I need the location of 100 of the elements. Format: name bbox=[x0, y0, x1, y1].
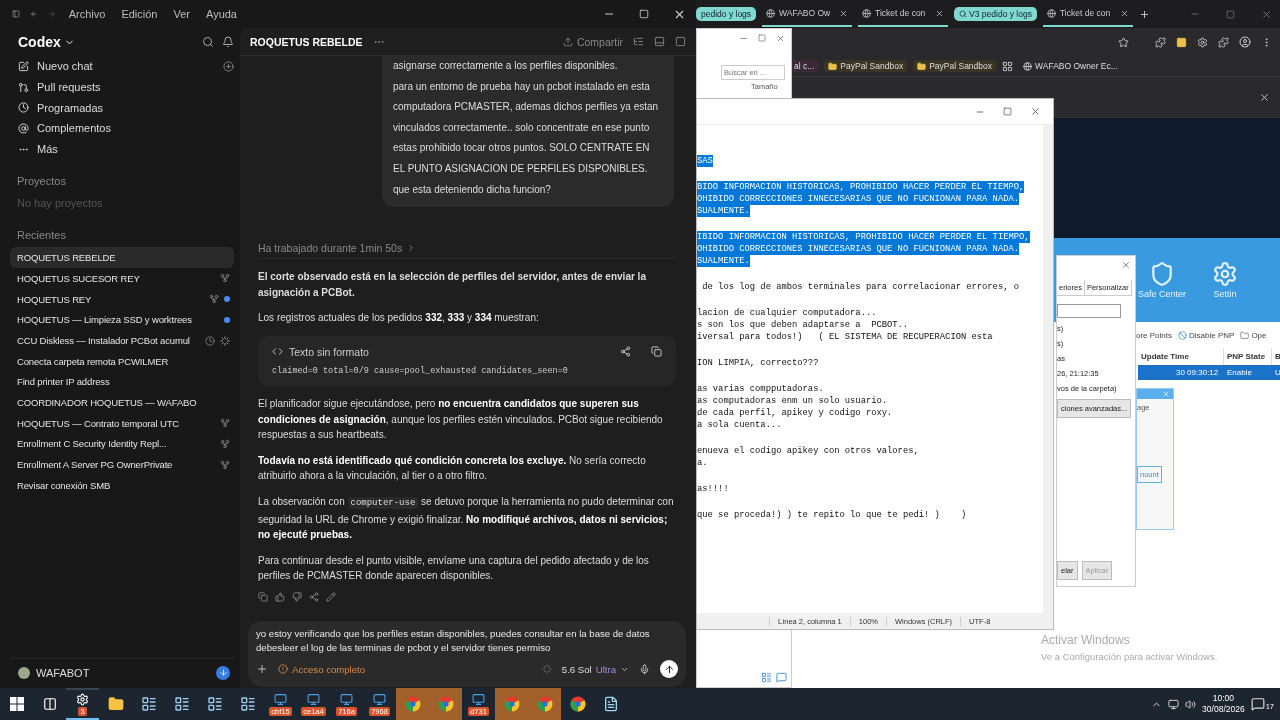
bookmark[interactable]: WAFABO Owner Ec... bbox=[1019, 60, 1122, 72]
side-panel-icon[interactable] bbox=[675, 36, 686, 47]
close-icon[interactable] bbox=[935, 8, 945, 18]
close-icon[interactable] bbox=[839, 8, 849, 18]
notepad-icon[interactable] bbox=[602, 696, 619, 712]
copy-icon[interactable] bbox=[651, 346, 662, 358]
thumbs-up-icon[interactable] bbox=[275, 591, 285, 602]
toolbar-button[interactable]: Ope bbox=[1240, 330, 1267, 340]
bookmark-star-icon[interactable] bbox=[1118, 36, 1129, 48]
add-icon[interactable] bbox=[256, 663, 268, 675]
new-tab-icon[interactable] bbox=[1138, 8, 1150, 20]
tab-group-label[interactable]: V3 pedido y logs bbox=[954, 7, 1037, 21]
menu-item[interactable]: Edición bbox=[118, 8, 161, 20]
recent-chat[interactable]: ROQUETUS REBELDE bbox=[10, 247, 234, 269]
folder-icon[interactable] bbox=[107, 696, 124, 712]
close-icon[interactable] bbox=[1259, 92, 1270, 103]
nav-item[interactable]: Más bbox=[10, 138, 234, 160]
notification-icon[interactable] bbox=[222, 36, 234, 48]
user-name: WAFABOT bbox=[36, 666, 90, 679]
recent-chat[interactable]: Conecta carpeta remota PCWILMER bbox=[10, 350, 234, 372]
clock-icon bbox=[18, 102, 29, 114]
recent-chat[interactable]: HOQUETUS — Limpieza SSD y worktrees bbox=[10, 309, 234, 331]
text-line: a. bbox=[697, 457, 708, 469]
recent-chat[interactable]: HOQUETUS REY bbox=[10, 288, 234, 310]
toolbar-button[interactable]: ore Points bbox=[1136, 330, 1173, 340]
app-icon[interactable] bbox=[140, 696, 157, 712]
recent-chat[interactable]: Enrollment A Server PG OwnerPrivate bbox=[10, 454, 234, 475]
profile-icon[interactable] bbox=[1239, 36, 1251, 48]
details-view-icon[interactable] bbox=[761, 672, 772, 683]
nav-item[interactable]: Nuevo chat bbox=[10, 56, 234, 77]
menu-item[interactable]: Ayuda bbox=[203, 8, 240, 20]
volume-icon[interactable] bbox=[1185, 698, 1197, 710]
search-icon[interactable] bbox=[202, 36, 214, 48]
nav-item[interactable]: Complementos bbox=[10, 118, 234, 139]
toolbar-button[interactable]: Disable PNP bbox=[1178, 330, 1235, 340]
copy-icon[interactable] bbox=[258, 591, 268, 602]
tab-group-label[interactable]: pedido y logs bbox=[696, 7, 757, 21]
recent-chat[interactable]: Find printer IP address bbox=[10, 371, 234, 393]
clock[interactable]: 10:00 30/08/2026 bbox=[1202, 693, 1245, 715]
recent-chat[interactable]: HOQUETUS SUCESOR REY bbox=[10, 268, 234, 289]
app-icon[interactable] bbox=[173, 696, 190, 712]
recent-chat[interactable]: COORDINADOR HOQUETUS — WAFABO bbox=[10, 392, 234, 413]
recent-chat[interactable]: Revisar conexión SMB bbox=[10, 475, 234, 496]
add-icon[interactable] bbox=[223, 60, 234, 72]
app-switcher[interactable]: Codex bbox=[18, 34, 75, 50]
bookmark-folder[interactable]: PayPal Sandbox bbox=[913, 60, 997, 72]
text-line: de cada perfil, apikey y codigo roxy. bbox=[697, 407, 893, 419]
monitor-icon[interactable] bbox=[373, 692, 386, 706]
menu-item[interactable]: Archivo bbox=[65, 8, 109, 20]
extension-icon[interactable] bbox=[1176, 36, 1187, 48]
bookmark[interactable]: al c... bbox=[790, 60, 819, 72]
network-icon[interactable] bbox=[1168, 698, 1180, 710]
model-selector[interactable]: 5.6 Sol Ultra bbox=[561, 663, 629, 675]
recent-chat[interactable]: CCU Diskless — Instalador PCBot acumul bbox=[10, 330, 234, 351]
close-icon[interactable] bbox=[1030, 106, 1041, 117]
response-paragraph: El corte observado está en la selección de perfiles del servidor, antes de enviar la asignación a PCBot. bbox=[258, 270, 647, 300]
thumbs-down-icon[interactable] bbox=[292, 591, 302, 602]
edit-icon[interactable] bbox=[326, 591, 336, 602]
access-button[interactable]: Acceso completo bbox=[278, 663, 366, 675]
nav-item[interactable]: Programadas bbox=[10, 97, 234, 119]
bottom-panel-icon[interactable] bbox=[654, 36, 665, 47]
app-icon[interactable] bbox=[239, 696, 256, 712]
response-paragraph: La observación con computer-use se detuvo porque la herramienta no pudo determinar con seguridad la URL de Chrome y exigió finalizar. No modifiqué archivos, datos ni servicios; no ejecuté pruebas. bbox=[258, 494, 675, 543]
recent-chat[interactable]: Enrollment C Security Identity Repl... bbox=[10, 433, 234, 455]
recent-chat[interactable]: HOQUETUS — Contrato temporal UTC bbox=[10, 412, 234, 434]
sidebar-toggle-icon[interactable] bbox=[12, 8, 20, 20]
share-icon[interactable] bbox=[309, 591, 319, 602]
nav-item[interactable]: Pull requests bbox=[10, 76, 234, 98]
maximize-icon[interactable] bbox=[1003, 107, 1012, 116]
monitor-icon[interactable] bbox=[472, 692, 485, 706]
response-paragraph: El planificador sigue ejecutándose, pero no encuentra candidatos que superen sus condiciones de asignación, aunque los perfiles estén vinculados. PCBot sigue recibiendo respuestas a sus heartbeats. bbox=[258, 396, 664, 443]
bookmark-folder[interactable]: PayPal Sandbox bbox=[824, 60, 908, 72]
windows-logo-icon[interactable] bbox=[9, 697, 24, 711]
close-icon[interactable] bbox=[1119, 8, 1129, 18]
folder-icon bbox=[917, 61, 927, 71]
message-composer[interactable]: yo estoy verificando que los perfiles estan disponibles, puedes consultar en la base de datos debesleer el log de las terminas de pcbot y el servidor tienes permiso Acceso completo 5.6 Sol Ultra bbox=[248, 621, 686, 687]
monitor-icon[interactable] bbox=[274, 692, 287, 706]
text-field[interactable] bbox=[1057, 304, 1121, 318]
table-cell[interactable]: Enable bbox=[1224, 365, 1272, 380]
microphone-icon[interactable] bbox=[639, 663, 650, 675]
monitor-icon[interactable] bbox=[307, 692, 320, 706]
extension-icon[interactable] bbox=[1155, 36, 1166, 48]
extensions-icon[interactable] bbox=[1218, 36, 1229, 48]
send-button[interactable] bbox=[660, 660, 678, 678]
download-button[interactable] bbox=[216, 665, 230, 680]
work-duration[interactable]: Ha trabajado durante 1min 50s bbox=[258, 237, 676, 260]
task-view-icon[interactable] bbox=[42, 697, 57, 711]
monitor-icon[interactable] bbox=[340, 692, 353, 706]
menu-item[interactable]: Ver bbox=[170, 8, 193, 20]
share-icon[interactable] bbox=[620, 346, 631, 358]
app-icon[interactable] bbox=[206, 696, 223, 712]
notification-icon[interactable] bbox=[1250, 697, 1265, 711]
apps-icon[interactable] bbox=[1002, 60, 1014, 72]
browser-icon[interactable] bbox=[569, 696, 586, 712]
preview-view-icon[interactable] bbox=[776, 672, 787, 683]
list-icon[interactable] bbox=[633, 36, 644, 47]
gear-icon[interactable] bbox=[1197, 36, 1208, 48]
table-cell[interactable]: 30 09:30:12 bbox=[1138, 365, 1224, 380]
share-button[interactable]: Compartir bbox=[562, 35, 623, 48]
table-cell[interactable]: U bbox=[1272, 365, 1280, 380]
